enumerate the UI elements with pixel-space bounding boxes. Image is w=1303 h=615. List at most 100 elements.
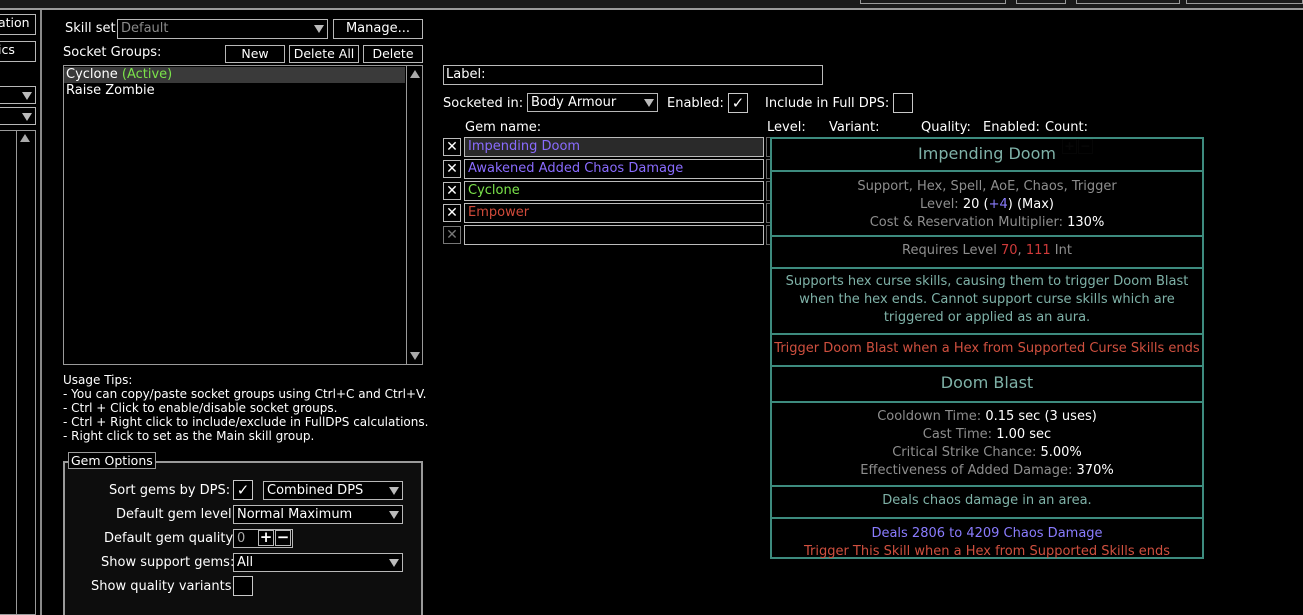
tooltip-mods: Deals 2806 to 4209 Chaos Damage Trigger … — [772, 519, 1202, 561]
tooltip-requires-int-label: Int — [1054, 243, 1072, 258]
remove-gem-button[interactable]: ✕ — [443, 138, 461, 156]
tooltip-subskill-name: Doom Blast — [940, 373, 1034, 392]
tooltip-requires-label: Requires Level — [902, 243, 997, 258]
full-dps-checkbox[interactable] — [893, 93, 913, 113]
tooltip-cooldown-value: 0.15 sec (3 uses) — [985, 409, 1097, 424]
scroll-up-icon[interactable] — [20, 134, 30, 142]
sidebar-dropdown-2[interactable] — [0, 107, 36, 125]
gem-options-title: Gem Options — [68, 452, 156, 469]
tooltip-crit-label: Critical Strike Chance: — [892, 445, 1037, 460]
skill-set-value: Default — [121, 21, 169, 36]
list-scrollbar[interactable] — [406, 66, 423, 364]
gem-name: Empower — [468, 205, 530, 220]
manage-button[interactable]: Manage... — [333, 19, 423, 39]
tooltip-gem-name: Impending Doom — [918, 144, 1056, 163]
gem-name: Impending Doom — [468, 139, 581, 154]
tooltip-cast-value: 1.00 sec — [996, 427, 1052, 442]
enabled-checkbox[interactable]: ✓ — [728, 93, 748, 113]
default-level-value: Normal Maximum — [237, 507, 353, 522]
show-quality-checkbox[interactable] — [233, 576, 253, 596]
chevron-down-icon — [22, 113, 32, 121]
chevron-down-icon — [389, 511, 399, 519]
remove-gem-button[interactable]: ✕ — [443, 204, 461, 222]
delete-all-button[interactable]: Delete All — [289, 45, 359, 63]
tooltip-cost-label: Cost & Reservation Multiplier: — [869, 215, 1063, 230]
usage-tips: Usage Tips: - You can copy/paste socket … — [63, 373, 433, 443]
usage-tip: - Ctrl + Right click to include/exclude … — [63, 415, 429, 429]
gem-name-input[interactable]: Awakened Added Chaos Damage — [464, 159, 764, 179]
top-bar-field-1[interactable] — [860, 0, 1006, 4]
tooltip-requires-level: 70 — [1001, 243, 1018, 258]
remove-gem-button[interactable]: ✕ — [443, 182, 461, 200]
list-item[interactable]: Raise Zombie — [64, 83, 405, 99]
sidebar-button-2[interactable]: ics — [0, 41, 36, 62]
gem-name-input[interactable]: Empower — [464, 203, 764, 223]
socket-groups-list[interactable]: Cyclone (Active) Raise Zombie — [63, 65, 423, 365]
list-item[interactable]: Cyclone (Active) — [64, 67, 405, 83]
tooltip-description-text: Supports hex curse skills, causing them … — [785, 274, 1189, 325]
show-support-dropdown[interactable]: All — [233, 553, 403, 572]
tooltip-properties: Support, Hex, Spell, AoE, Chaos, Trigger… — [772, 172, 1202, 237]
default-level-dropdown[interactable]: Normal Maximum — [233, 505, 403, 524]
tooltip-level-max: (Max) — [1016, 197, 1055, 212]
gem-name-input[interactable]: Impending Doom — [464, 137, 764, 157]
col-gem-name: Gem name: — [465, 120, 542, 135]
scroll-up-icon[interactable] — [410, 70, 420, 78]
usage-tips-title: Usage Tips: — [63, 373, 133, 387]
col-count: Count: — [1045, 120, 1088, 135]
full-dps-label: Include in Full DPS: — [765, 96, 890, 111]
group-name: Raise Zombie — [66, 83, 155, 98]
sidebar-button-1[interactable]: ation — [0, 14, 36, 35]
col-enabled: Enabled: — [983, 120, 1040, 135]
tooltip-description: Supports hex curse skills, causing them … — [772, 269, 1202, 335]
gem-name-input[interactable] — [464, 225, 764, 245]
skill-set-dropdown[interactable]: Default — [117, 19, 328, 39]
show-support-value: All — [237, 555, 254, 570]
label-field[interactable]: Label: — [443, 65, 823, 85]
tooltip-cost: Cost & Reservation Multiplier: 130% — [772, 214, 1202, 232]
socketed-in-value: Body Armour — [531, 95, 617, 110]
gem-name: Awakened Added Chaos Damage — [468, 161, 684, 176]
chevron-down-icon — [22, 92, 32, 100]
show-support-label: Show support gems: — [101, 555, 235, 570]
tooltip-trigger: Trigger Doom Blast when a Hex from Suppo… — [772, 335, 1202, 367]
tooltip-subskill-description: Deals chaos damage in an area. — [772, 487, 1202, 519]
sidebar-button-2-label: ics — [0, 42, 15, 57]
sort-gems-checkbox[interactable]: ✓ — [233, 480, 253, 500]
sort-mode-value: Combined DPS — [267, 483, 364, 498]
usage-tip: - You can copy/paste socket groups using… — [63, 387, 427, 401]
chevron-down-icon — [389, 559, 399, 567]
sidebar-dropdown-1[interactable] — [0, 86, 36, 104]
col-level: Level: — [767, 120, 806, 135]
top-bar-field-2[interactable] — [1016, 0, 1066, 4]
remove-gem-button[interactable]: ✕ — [443, 160, 461, 178]
sidebar-scrollbar[interactable] — [16, 131, 34, 615]
show-quality-label: Show quality variants: — [91, 579, 236, 594]
remove-gem-button[interactable]: ✕ — [443, 226, 461, 244]
group-status: (Active) — [121, 67, 173, 82]
scroll-down-icon[interactable] — [410, 352, 420, 360]
top-bar-field-4[interactable] — [1186, 0, 1303, 4]
tooltip-tags: Support, Hex, Spell, AoE, Chaos, Trigger — [857, 179, 1117, 194]
usage-tip: - Right click to set as the Main skill g… — [63, 429, 315, 443]
tooltip-subskill-header: Doom Blast — [772, 367, 1202, 403]
gem-name-input[interactable]: Cyclone — [464, 181, 764, 201]
tooltip-trigger-text: Trigger Doom Blast when a Hex from Suppo… — [774, 341, 1200, 356]
tooltip-cost-value: 130% — [1067, 215, 1105, 230]
tooltip-header: Impending Doom — [772, 139, 1202, 172]
group-name: Cyclone — [66, 67, 118, 82]
sort-mode-dropdown[interactable]: Combined DPS — [263, 481, 403, 500]
quality-minus-button[interactable]: − — [275, 530, 291, 546]
socketed-in-dropdown[interactable]: Body Armour — [527, 93, 658, 112]
tooltip-crit-value: 5.00% — [1040, 445, 1082, 460]
new-group-button[interactable]: New — [225, 45, 285, 63]
top-bar-field-3[interactable] — [1076, 0, 1180, 4]
chevron-down-icon — [644, 99, 654, 107]
quality-plus-button[interactable]: + — [258, 530, 274, 546]
tooltip-cooldown-label: Cooldown Time: — [877, 409, 982, 424]
tooltip-level-label: Level: — [919, 197, 959, 212]
tooltip-level: Level: 20 (+4) (Max) — [919, 197, 1055, 212]
socketed-in-label: Socketed in: — [443, 96, 524, 111]
delete-button[interactable]: Delete — [363, 45, 423, 63]
chevron-down-icon — [314, 25, 324, 33]
